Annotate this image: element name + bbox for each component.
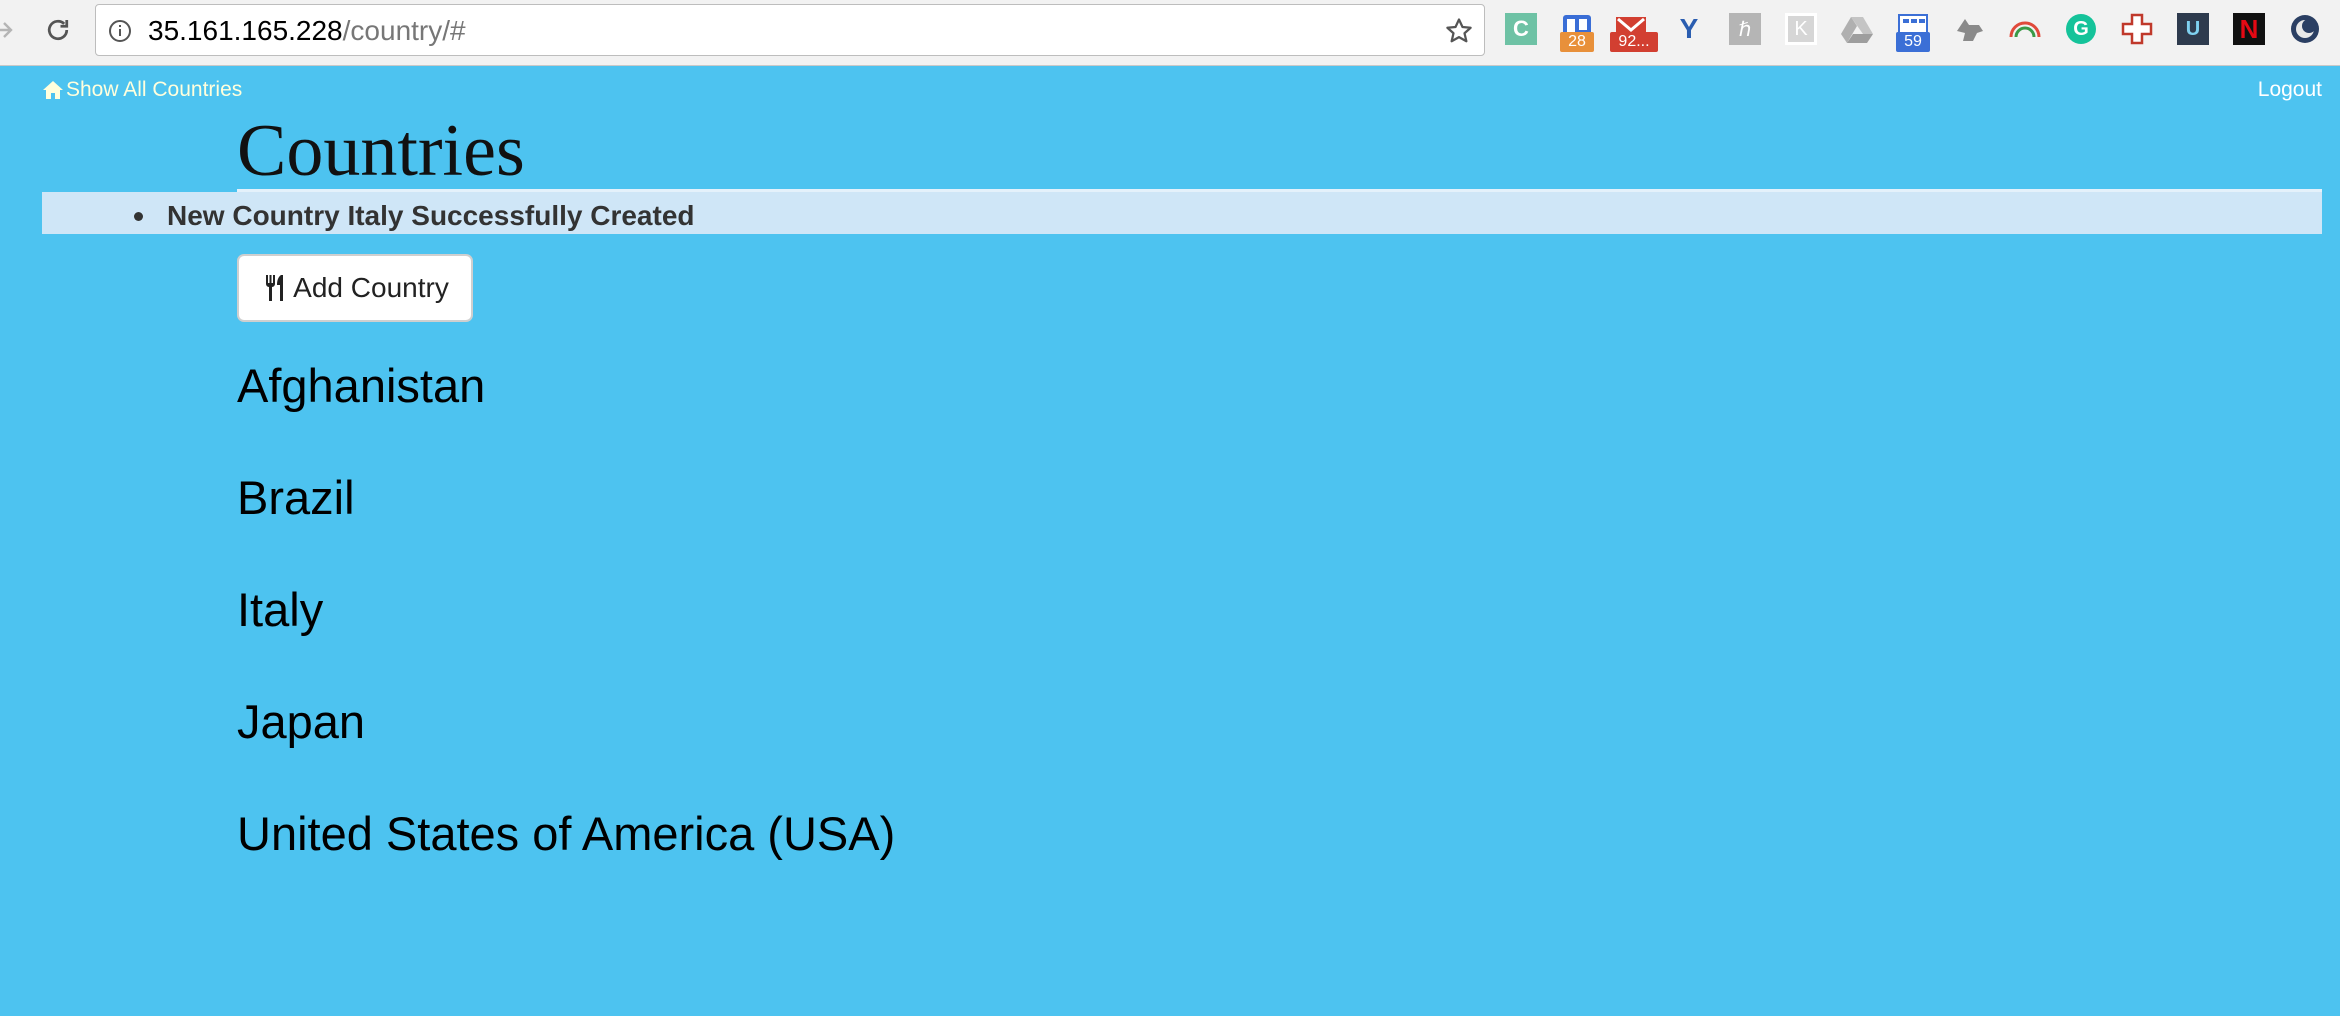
show-all-countries-label: Show All Countries [66,78,243,101]
add-country-label: Add Country [293,272,449,303]
netflix-icon-label: N [2233,13,2265,45]
u-icon-label: U [2177,13,2209,45]
forward-icon[interactable] [0,12,22,48]
hiragana-icon[interactable]: ℏ [1728,12,1762,46]
address-bar[interactable]: 35.161.165.228/country/# [95,4,1485,56]
rainbow-icon[interactable] [2008,12,2042,46]
cutlery-icon [266,275,284,301]
grammarly-icon[interactable]: G [2064,12,2098,46]
logout-link[interactable]: Logout [2258,78,2322,102]
browser-toolbar: 35.161.165.228/country/# C 28 92... Y ℏ … [0,0,2340,66]
dog-icon[interactable] [1952,12,1986,46]
country-item[interactable]: United States of America (USA) [237,804,895,916]
calendar-icon[interactable]: 59 [1896,12,1930,52]
flash-message: New Country Italy Successfully Created [122,200,695,232]
info-icon[interactable] [108,19,132,43]
country-link[interactable]: United States of America (USA) [237,807,895,860]
gmail-badge: 92... [1610,32,1658,52]
add-country-button[interactable]: Add Country [237,254,473,322]
bookmark-star-icon[interactable] [1444,16,1474,46]
k-icon-label: K [1785,13,1817,45]
home-icon [43,81,63,99]
u-icon[interactable]: U [2176,12,2210,46]
moon-icon[interactable] [2288,12,2322,46]
grammarly-icon-label: G [2066,14,2096,44]
flash-message-text: New Country Italy Successfully Created [167,200,695,231]
country-item[interactable]: Japan [237,692,895,804]
flash-message-bar: New Country Italy Successfully Created [42,192,2322,234]
reload-icon[interactable] [40,12,76,48]
plus-cross-icon[interactable] [2120,12,2154,46]
trello-icon[interactable]: 28 [1560,12,1594,52]
country-link[interactable]: Afghanistan [237,359,485,412]
country-link[interactable]: Japan [237,695,365,748]
y-icon[interactable]: Y [1672,12,1706,46]
gmail-icon[interactable]: 92... [1610,12,1658,52]
url-path: /country/# [342,15,466,46]
country-link[interactable]: Italy [237,583,323,636]
country-item[interactable]: Italy [237,580,895,692]
country-link[interactable]: Brazil [237,471,355,524]
calendar-badge: 59 [1896,32,1930,52]
url-text[interactable]: 35.161.165.228/country/# [148,15,466,47]
y-icon-label: Y [1679,13,1699,44]
c-icon[interactable]: C [1504,12,1538,46]
flash-bullet [134,211,143,221]
k-icon[interactable]: K [1784,12,1818,46]
netflix-icon[interactable]: N [2232,12,2266,46]
page-title: Countries [237,110,525,192]
country-item[interactable]: Brazil [237,468,895,580]
url-host: 35.161.165.228 [148,15,343,46]
country-item[interactable]: Afghanistan [237,356,895,468]
show-all-countries-link[interactable]: Show All Countries [42,78,242,102]
c-icon-label: C [1505,13,1537,45]
country-list: Afghanistan Brazil Italy Japan United St… [237,356,895,916]
trello-badge: 28 [1560,32,1594,52]
drive-icon[interactable] [1840,12,1874,46]
